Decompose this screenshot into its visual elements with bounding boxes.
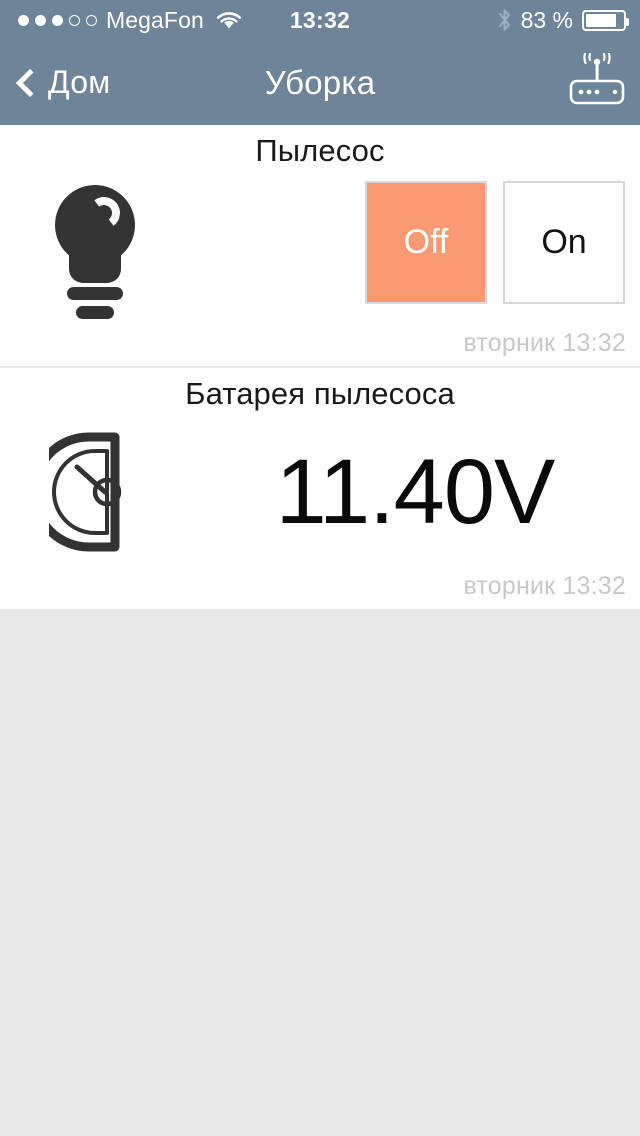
gateway-button[interactable] <box>568 40 626 125</box>
card-body: 11.40V <box>0 412 640 572</box>
content-area: Пылесос Off On вторник 13:32 <box>0 125 640 609</box>
on-button[interactable]: On <box>503 181 625 304</box>
card-body: Off On <box>0 169 640 329</box>
card-title: Пылесос <box>0 125 640 169</box>
card-timestamp: вторник 13:32 <box>0 572 640 609</box>
router-icon <box>568 53 626 112</box>
battery-percent-label: 83 % <box>521 7 573 34</box>
status-bar: MegaFon 13:32 83 % <box>0 0 640 40</box>
gauge-icon <box>49 431 141 553</box>
card-title: Батарея пылесоса <box>0 368 640 412</box>
device-card-battery: Батарея пылесоса 11.40V вторник 13:32 <box>0 366 640 609</box>
device-card-vacuum: Пылесос Off On вторник 13:32 <box>0 125 640 366</box>
battery-icon <box>582 10 626 31</box>
off-button[interactable]: Off <box>365 181 487 304</box>
status-bar-right: 83 % <box>497 7 626 34</box>
phone-screen: MegaFon 13:32 83 % <box>0 0 640 1136</box>
navigation-bar: Дом Уборка <box>0 40 640 125</box>
card-timestamp: вторник 13:32 <box>0 329 640 366</box>
switch-buttons: Off On <box>365 181 625 304</box>
device-icon-slot <box>0 169 190 329</box>
lightbulb-icon <box>46 185 144 313</box>
bluetooth-icon <box>497 8 512 32</box>
sensor-value: 11.40V <box>190 412 640 572</box>
device-icon-slot <box>0 412 190 572</box>
page-title: Уборка <box>0 40 640 125</box>
